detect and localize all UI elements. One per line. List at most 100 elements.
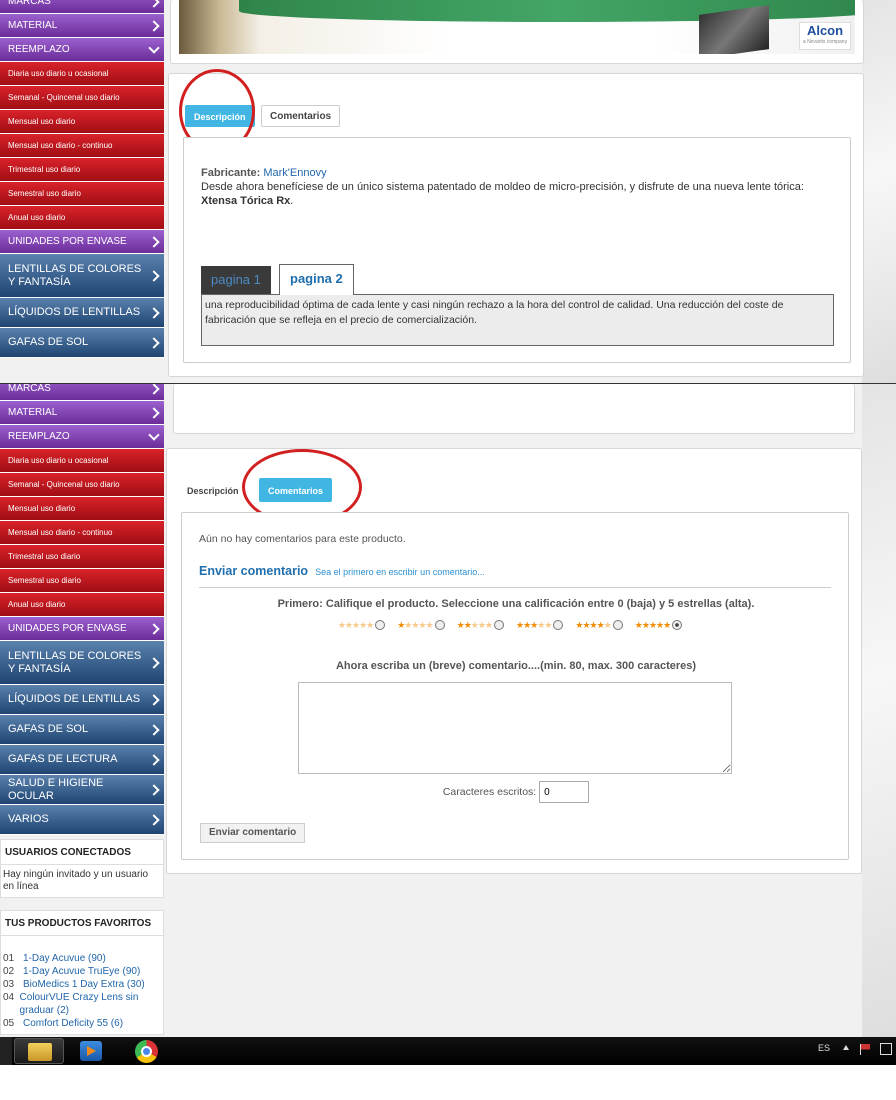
usuarios-conectados-text: Hay ningún invitado y un usuario en líne… bbox=[0, 865, 164, 898]
sidebar-item-unidades-por-envase[interactable]: UNIDADES POR ENVASE bbox=[0, 230, 164, 254]
sidebar-item-gafas-de-sol[interactable]: GAFAS DE SOL bbox=[0, 715, 164, 745]
folder-icon bbox=[28, 1043, 52, 1061]
favorite-link[interactable]: ColourVUE Crazy Lens sin graduar (2) bbox=[20, 991, 161, 1017]
sidebar-item-liquidos-de-lentillas[interactable]: LÍQUIDOS DE LENTILLAS bbox=[0, 298, 164, 328]
sidebar-item-diaria-uso-diario-u-ocasional[interactable]: Diaria uso diario u ocasional bbox=[0, 62, 164, 86]
sidebar-item-mensual-uso-diario-continuo[interactable]: Mensual uso diario - continuo bbox=[0, 134, 164, 158]
sidebar-item-label: Trimestral uso diario bbox=[8, 552, 81, 561]
description-text-block: Fabricante: Mark'Ennovy Desde ahora bene… bbox=[201, 167, 804, 207]
rating-radio-0[interactable] bbox=[375, 620, 386, 631]
sidebar-item-diaria-uso-diario-u-ocasional[interactable]: Diaria uso diario u ocasional bbox=[0, 449, 164, 473]
sidebar-item-label: GAFAS DE LECTURA bbox=[8, 753, 118, 765]
sidebar-item-material[interactable]: MATERIAL bbox=[0, 401, 164, 425]
sidebar-item-marcas[interactable]: MARCAS bbox=[0, 383, 164, 401]
language-indicator[interactable]: ES bbox=[818, 1043, 830, 1053]
sidebar-item-gafas-de-lectura[interactable]: GAFAS DE LECTURA bbox=[0, 745, 164, 775]
sidebar-item-anual-uso-diario[interactable]: Anual uso diario bbox=[0, 206, 164, 230]
chevron-right-icon bbox=[148, 235, 160, 248]
sidebar-item-trimestral-uso-diario[interactable]: Trimestral uso diario bbox=[0, 545, 164, 569]
favorite-item[interactable]: 01 1-Day Acuvue (90) bbox=[3, 952, 161, 965]
sidebar-item-label: MATERIAL bbox=[8, 20, 58, 31]
rating-radio-4[interactable] bbox=[612, 620, 623, 631]
sidebar-item-semanal-quincenal-uso-diario[interactable]: Semanal - Quincenal uso diario bbox=[0, 86, 164, 110]
favorite-link[interactable]: Comfort Deficity 55 (6) bbox=[23, 1017, 123, 1030]
sidebar-item-semestral-uso-diario[interactable]: Semestral uso diario bbox=[0, 182, 164, 206]
rating-radio-3[interactable] bbox=[553, 620, 564, 631]
favorite-link[interactable]: BioMedics 1 Day Extra (30) bbox=[23, 978, 145, 991]
rating-radio-1[interactable] bbox=[434, 620, 445, 631]
previous-panel bbox=[173, 384, 855, 434]
banner-image: Alcon a Novartis company bbox=[179, 0, 855, 54]
sidebar-item-label: MATERIAL bbox=[8, 407, 58, 418]
favorite-item[interactable]: 05 Comfort Deficity 55 (6) bbox=[3, 1017, 161, 1030]
comment-textarea[interactable] bbox=[298, 682, 732, 774]
sidebar-item-label: Diaria uso diario u ocasional bbox=[8, 456, 109, 465]
favorite-link[interactable]: 1-Day Acuvue TruEye (90) bbox=[23, 965, 140, 978]
sidebar-item-anual-uso-diario[interactable]: Anual uso diario bbox=[0, 593, 164, 617]
sidebar-item-reemplazo[interactable]: REEMPLAZO bbox=[0, 38, 164, 62]
submit-comment-button[interactable]: Enviar comentario bbox=[200, 823, 306, 843]
pagina-2-tab[interactable]: pagina 2 bbox=[279, 264, 354, 295]
tab-descripcion[interactable]: Descripción bbox=[185, 105, 255, 127]
sidebar-item-varios[interactable]: VARIOS bbox=[0, 805, 164, 835]
sidebar-item-reemplazo[interactable]: REEMPLAZO bbox=[0, 425, 164, 449]
sidebar-item-material[interactable]: MATERIAL bbox=[0, 14, 164, 38]
chars-label: Caracteres escritos: bbox=[442, 785, 537, 798]
sidebar-item-label: Semestral uso diario bbox=[8, 189, 81, 198]
chevron-right-icon bbox=[148, 336, 160, 349]
rating-stars-4: ★★★★★ bbox=[575, 619, 611, 630]
fabricante-label: Fabricante: bbox=[201, 167, 261, 179]
rating-radio-5[interactable] bbox=[672, 620, 683, 631]
sidebar-item-label: LENTILLAS DE COLORES Y FANTASÍA bbox=[8, 649, 142, 675]
rating-radio-2[interactable] bbox=[494, 620, 504, 631]
sidebar-item-mensual-uso-diario-continuo[interactable]: Mensual uso diario - continuo bbox=[0, 521, 164, 545]
favorite-link[interactable]: 1-Day Acuvue (90) bbox=[23, 952, 106, 965]
sidebar-item-label: LENTILLAS DE COLORES Y FANTASÍA bbox=[8, 262, 142, 288]
usuarios-conectados-title: USUARIOS CONECTADOS bbox=[0, 839, 164, 865]
chars-row: Caracteres escritos: bbox=[182, 781, 850, 803]
start-button-edge[interactable] bbox=[0, 1037, 12, 1065]
tab-comentarios-bottom[interactable]: Comentarios bbox=[259, 478, 333, 502]
product-box-image bbox=[699, 5, 769, 54]
favorite-item[interactable]: 02 1-Day Acuvue TruEye (90) bbox=[3, 965, 161, 978]
sidebar-item-semestral-uso-diario[interactable]: Semestral uso diario bbox=[0, 569, 164, 593]
sidebar-item-mensual-uso-diario[interactable]: Mensual uso diario bbox=[0, 110, 164, 134]
favorite-number: 05 bbox=[3, 1018, 15, 1029]
alcon-logo-text: Alcon bbox=[806, 23, 844, 38]
favorite-item[interactable]: 04 ColourVUE Crazy Lens sin graduar (2) bbox=[3, 991, 161, 1017]
sidebar-item-marcas[interactable]: MARCAS bbox=[0, 0, 164, 14]
media-player-icon[interactable] bbox=[80, 1041, 102, 1061]
sidebar-item-lentillas-de-colores-y-fantasia[interactable]: LENTILLAS DE COLORES Y FANTASÍA bbox=[0, 641, 164, 685]
fabricante-link[interactable]: Mark'Ennovy bbox=[263, 167, 326, 179]
no-comments-text: Aún no hay comentarios para este product… bbox=[199, 533, 406, 545]
product-tabs-panel: Descripción Comentarios Fabricante: Mark… bbox=[168, 69, 864, 377]
sidebar-item-label: Semestral uso diario bbox=[8, 576, 81, 585]
tab-descripcion-bottom[interactable]: Descripción bbox=[181, 480, 245, 502]
tab-comentarios[interactable]: Comentarios bbox=[261, 105, 341, 127]
screen-top: MARCAS MATERIAL REEMPLAZO Diaria uso diario… bbox=[0, 0, 896, 383]
chrome-icon[interactable] bbox=[135, 1040, 158, 1063]
battery-icon[interactable] bbox=[880, 1043, 892, 1055]
chevron-right-icon bbox=[148, 813, 160, 826]
explorer-taskbar-button[interactable] bbox=[14, 1038, 64, 1064]
favorite-item[interactable]: 03 BioMedics 1 Day Extra (30) bbox=[3, 978, 161, 991]
banner-panel: Alcon a Novartis company bbox=[170, 0, 864, 64]
sidebar-item-semanal-quincenal-uso-diario[interactable]: Semanal - Quincenal uso diario bbox=[0, 473, 164, 497]
sidebar-item-trimestral-uso-diario[interactable]: Trimestral uso diario bbox=[0, 158, 164, 182]
tray-arrow-icon[interactable] bbox=[843, 1045, 849, 1050]
sidebar-item-mensual-uso-diario[interactable]: Mensual uso diario bbox=[0, 497, 164, 521]
sidebar-item-gafas-de-sol[interactable]: GAFAS DE SOL bbox=[0, 328, 164, 358]
sidebar-item-label: MARCAS bbox=[8, 383, 51, 394]
sidebar-menu: MARCAS MATERIAL REEMPLAZO Diaria uso diario… bbox=[0, 0, 164, 358]
flag-icon[interactable] bbox=[860, 1044, 870, 1055]
sidebar-item-salud-e-higiene-ocular[interactable]: SALUD E HIGIENE OCULAR bbox=[0, 775, 164, 805]
write-prompt: Ahora escriba un (breve) comentario....(… bbox=[335, 660, 697, 672]
sidebar-item-label: UNIDADES POR ENVASE bbox=[8, 623, 127, 634]
sidebar-item-label: Mensual uso diario bbox=[8, 504, 76, 513]
chevron-down-icon bbox=[148, 41, 160, 54]
chars-count-input[interactable] bbox=[539, 781, 590, 803]
pagina-1-tab[interactable]: pagina 1 bbox=[201, 266, 271, 294]
sidebar-item-lentillas-de-colores-y-fantasia[interactable]: LENTILLAS DE COLORES Y FANTASÍA bbox=[0, 254, 164, 298]
sidebar-item-unidades-por-envase[interactable]: UNIDADES POR ENVASE bbox=[0, 617, 164, 641]
sidebar-item-liquidos-de-lentillas[interactable]: LÍQUIDOS DE LENTILLAS bbox=[0, 685, 164, 715]
